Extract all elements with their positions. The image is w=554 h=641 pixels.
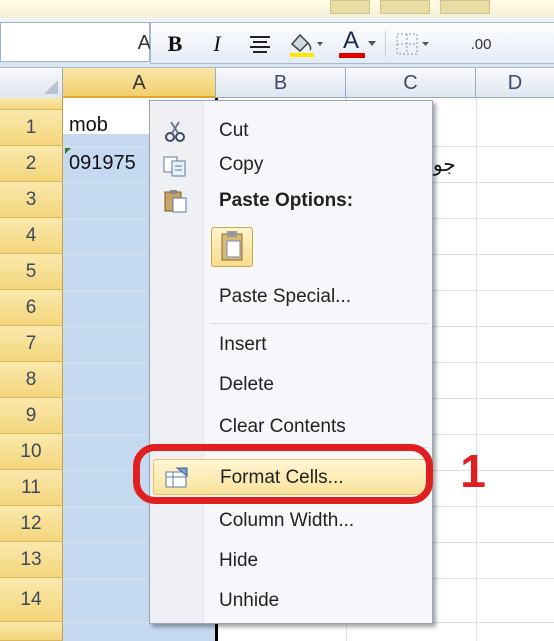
row-header-9[interactable]: 9 xyxy=(0,398,63,434)
menu-item-clear-contents[interactable]: Clear Contents xyxy=(150,409,432,445)
name-box[interactable]: A xyxy=(0,22,151,62)
italic-button[interactable]: I xyxy=(203,29,231,59)
menu-item-unhide[interactable]: Unhide xyxy=(150,583,432,619)
font-color-letter: A xyxy=(343,27,360,54)
ribbon-button-fragment[interactable] xyxy=(440,0,490,14)
row-header-2[interactable]: 2 xyxy=(0,146,63,182)
row-header-7[interactable]: 7 xyxy=(0,326,63,362)
font-color-button[interactable]: A xyxy=(337,27,379,59)
cell-a1[interactable]: mob xyxy=(69,114,108,137)
menu-item-label: Copy xyxy=(219,154,264,175)
menu-item-label: Column Width... xyxy=(219,510,355,531)
mini-toolbar: B I A .00 xyxy=(150,22,554,64)
annotation-step-number: 1 xyxy=(460,445,486,497)
fill-color-button[interactable] xyxy=(285,29,325,59)
row-header-13[interactable]: 13 xyxy=(0,542,63,578)
menu-item-label: Hide xyxy=(219,550,259,571)
ribbon-button-fragment[interactable] xyxy=(330,0,370,14)
row-header-11[interactable]: 11 xyxy=(0,470,63,506)
menu-item-hide[interactable]: Hide xyxy=(150,543,432,579)
paste-icon xyxy=(162,189,188,213)
row-header-top-spacer xyxy=(0,98,63,110)
menu-item-cut[interactable]: Cut xyxy=(150,113,432,149)
ribbon-strip xyxy=(0,0,554,18)
menu-item-column-width[interactable]: Column Width... xyxy=(150,503,432,539)
bold-button[interactable]: B xyxy=(161,29,189,59)
font-color-swatch xyxy=(339,53,365,58)
increase-decimal-button[interactable]: .00 xyxy=(451,29,511,59)
menu-item-label: Clear Contents xyxy=(219,416,346,437)
column-header-a[interactable]: A xyxy=(63,68,216,98)
column-header-c[interactable]: C xyxy=(346,68,476,98)
select-all-triangle-icon xyxy=(44,80,58,94)
clipboard-icon xyxy=(221,231,243,261)
row-header-5[interactable]: 5 xyxy=(0,254,63,290)
select-all-button[interactable] xyxy=(0,68,63,98)
cell-c2[interactable]: جو xyxy=(433,152,456,177)
menu-separator xyxy=(210,323,428,324)
toolbar-separator xyxy=(385,31,386,57)
scissors-icon xyxy=(162,119,188,143)
menu-item-insert[interactable]: Insert xyxy=(150,327,432,363)
column-header-d[interactable]: D xyxy=(476,68,554,98)
menu-item-label: Cut xyxy=(219,120,249,141)
align-center-icon xyxy=(250,36,270,53)
annotation-highlight-ring xyxy=(133,444,433,504)
cell-a2[interactable]: 091975 xyxy=(69,152,136,175)
row-header-bottom-spacer xyxy=(0,622,63,641)
menu-item-paste-special[interactable]: Paste Special... xyxy=(150,279,432,315)
ribbon-button-fragment[interactable] xyxy=(380,0,430,14)
menu-item-label: Unhide xyxy=(219,590,280,611)
menu-item-label: Insert xyxy=(219,334,267,355)
menu-item-paste-options: Paste Options: xyxy=(150,183,432,219)
paint-bucket-icon xyxy=(290,33,323,57)
row-header-6[interactable]: 6 xyxy=(0,290,63,326)
row-header-8[interactable]: 8 xyxy=(0,362,63,398)
grid-line xyxy=(476,98,477,641)
row-header-14[interactable]: 14 xyxy=(0,578,63,622)
borders-button[interactable] xyxy=(393,29,433,59)
paste-option-button[interactable] xyxy=(211,227,253,267)
menu-item-label: Paste Options: xyxy=(219,190,354,211)
menu-item-delete[interactable]: Delete xyxy=(150,367,432,403)
column-header-row: A B C D xyxy=(0,68,554,98)
menu-item-label: Delete xyxy=(219,374,274,395)
context-menu: Cut Copy Paste Options: Paste Special...… xyxy=(149,100,433,624)
row-header-3[interactable]: 3 xyxy=(0,182,63,218)
center-align-button[interactable] xyxy=(243,29,277,59)
chevron-down-icon xyxy=(368,41,376,46)
menu-item-label: Paste Special... xyxy=(219,286,352,307)
row-header-1[interactable]: 1 xyxy=(0,110,63,146)
row-header-10[interactable]: 10 xyxy=(0,434,63,470)
menu-item-copy[interactable]: Copy xyxy=(150,147,432,183)
row-header-12[interactable]: 12 xyxy=(0,506,63,542)
decimal-icon-label: .00 xyxy=(470,35,492,53)
borders-icon xyxy=(396,33,429,55)
name-box-value: A xyxy=(137,32,151,54)
column-header-b[interactable]: B xyxy=(216,68,346,98)
row-header-4[interactable]: 4 xyxy=(0,218,63,254)
copy-icon xyxy=(162,153,188,177)
